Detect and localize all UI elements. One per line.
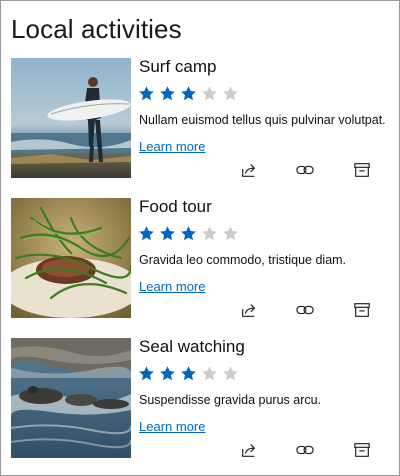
activity-card-surf-camp: Surf camp Nullam euismod tellus quis pul… — [11, 57, 391, 180]
star-filled-icon[interactable] — [138, 85, 155, 102]
star-filled-icon[interactable] — [138, 225, 155, 242]
activity-title: Seal watching — [139, 337, 245, 356]
star-filled-icon[interactable] — [180, 85, 197, 102]
activity-image[interactable] — [11, 198, 131, 318]
star-rating[interactable] — [138, 365, 239, 382]
archive-icon[interactable] — [352, 160, 372, 180]
activity-card-food-tour: Food tour Gravida leo commodo, tristique… — [11, 197, 391, 320]
star-filled-icon[interactable] — [159, 365, 176, 382]
star-empty-icon[interactable] — [201, 85, 218, 102]
page-title: Local activities — [11, 14, 182, 44]
star-empty-icon[interactable] — [201, 225, 218, 242]
activity-image[interactable] — [11, 58, 131, 178]
activity-image[interactable] — [11, 338, 131, 458]
activity-card-seal-watching: Seal watching Suspendisse gravida purus … — [11, 337, 391, 460]
star-filled-icon[interactable] — [180, 225, 197, 242]
activity-description: Nullam euismod tellus quis pulvinar volu… — [139, 113, 386, 127]
archive-icon[interactable] — [352, 300, 372, 320]
share-icon[interactable] — [239, 160, 259, 180]
activity-description: Gravida leo commodo, tristique diam. — [139, 253, 347, 267]
archive-icon[interactable] — [352, 440, 372, 460]
star-empty-icon[interactable] — [222, 225, 239, 242]
star-empty-icon[interactable] — [222, 365, 239, 382]
link-icon[interactable] — [295, 440, 315, 460]
star-filled-icon[interactable] — [138, 365, 155, 382]
app-window: Local activities Surf camp Nullam euismo… — [0, 0, 400, 476]
star-filled-icon[interactable] — [159, 85, 176, 102]
learn-more-link[interactable]: Learn more — [139, 419, 205, 434]
star-filled-icon[interactable] — [180, 365, 197, 382]
learn-more-link[interactable]: Learn more — [139, 279, 205, 294]
star-rating[interactable] — [138, 225, 239, 242]
star-filled-icon[interactable] — [159, 225, 176, 242]
learn-more-link[interactable]: Learn more — [139, 139, 205, 154]
activity-description: Suspendisse gravida purus arcu. — [139, 393, 322, 407]
activity-title: Surf camp — [139, 57, 217, 76]
star-empty-icon[interactable] — [201, 365, 218, 382]
share-icon[interactable] — [239, 440, 259, 460]
activity-title: Food tour — [139, 197, 212, 216]
star-empty-icon[interactable] — [222, 85, 239, 102]
star-rating[interactable] — [138, 85, 239, 102]
link-icon[interactable] — [295, 300, 315, 320]
share-icon[interactable] — [239, 300, 259, 320]
link-icon[interactable] — [295, 160, 315, 180]
